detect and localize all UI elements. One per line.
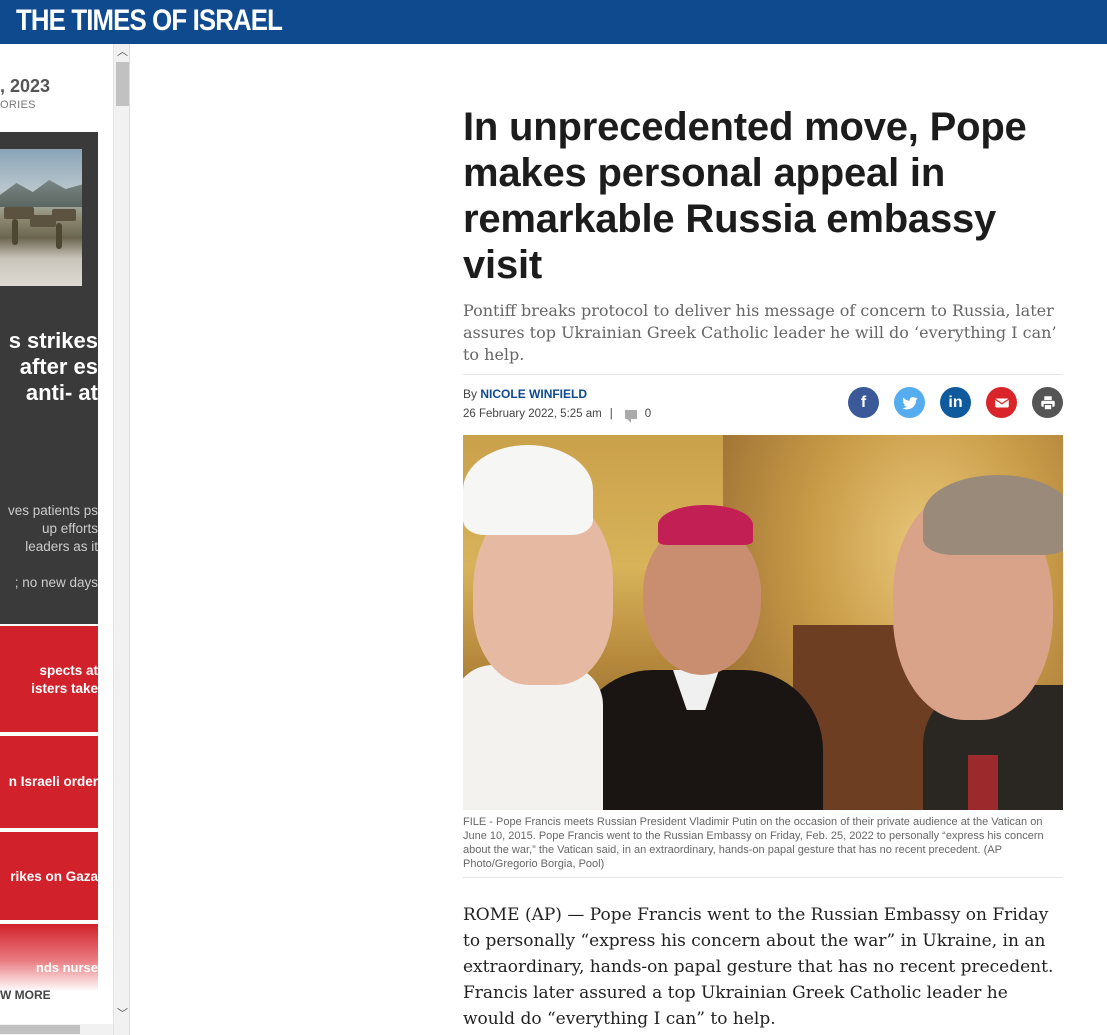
twitter-icon <box>901 396 918 409</box>
article-subhead: Pontiff breaks protocol to deliver his m… <box>463 301 1057 364</box>
sidebar-news-title: n Israeli order <box>8 774 98 789</box>
sidebar-date: , 2023 <box>0 76 51 96</box>
sidebar-story-text[interactable]: ves patients ps up efforts leaders as it <box>0 502 98 556</box>
sidebar-news-title: nds nurse <box>35 960 98 975</box>
meta-separator: | <box>609 408 613 420</box>
facebook-icon: f <box>860 393 867 411</box>
sidebar-news-title: rikes on Gaza <box>10 869 98 884</box>
email-icon <box>994 398 1009 407</box>
print-icon <box>1040 395 1055 410</box>
scrollbar-thumb[interactable] <box>116 62 129 106</box>
author-link[interactable]: NICOLE WINFIELD <box>480 387 587 401</box>
show-more-link[interactable]: W MORE <box>0 988 51 1002</box>
linkedin-icon: in <box>948 393 963 411</box>
article-photo[interactable] <box>463 435 1063 810</box>
article: In unprecedented move, Pope makes person… <box>463 104 1063 1032</box>
publish-date: 26 February 2022, 5:25 am <box>463 408 602 420</box>
article-headline: In unprecedented move, Pope makes person… <box>463 105 1027 287</box>
twitter-share-button[interactable] <box>894 387 925 418</box>
sidebar-news-item[interactable]: rikes on Gaza <box>0 832 98 920</box>
sidebar-news-title: spects at isters take <box>31 663 98 696</box>
site-header: THE TIMES OF ISRAEL <box>0 0 1107 44</box>
sidebar-news-item[interactable]: spects at isters take <box>0 626 98 732</box>
sidebar-story-image[interactable] <box>0 149 82 286</box>
sidebar-subtitle: ORIES <box>0 99 36 111</box>
sidebar-featured-story[interactable]: s strikes after es anti- at ves patients… <box>0 132 98 624</box>
horizontal-scrollbar[interactable] <box>0 1024 113 1035</box>
sidebar-scrollbar[interactable]: ︿ ﹀ <box>113 44 129 1035</box>
scroll-up-icon[interactable]: ︿ <box>114 44 129 60</box>
scroll-down-icon[interactable]: ﹀ <box>114 1006 129 1022</box>
comment-count[interactable]: 0 <box>645 408 651 420</box>
site-logo[interactable]: THE TIMES OF ISRAEL <box>16 2 283 40</box>
dateline: 26 February 2022, 5:25 am | 0 <box>463 408 651 423</box>
photo-caption: FILE - Pope Francis meets Russian Presid… <box>463 815 1063 878</box>
byline: By NICOLE WINFIELD <box>463 387 587 401</box>
comment-icon[interactable] <box>624 409 637 423</box>
facebook-share-button[interactable]: f <box>848 387 879 418</box>
article-meta: By NICOLE WINFIELD 26 February 2022, 5:2… <box>463 375 1063 431</box>
linkedin-share-button[interactable]: in <box>940 387 971 418</box>
sidebar-panel: , 2023 ORIES s strikes after es anti- at… <box>0 44 130 1035</box>
sidebar-story-text[interactable]: ; no new days <box>0 574 98 592</box>
print-button[interactable] <box>1032 387 1063 418</box>
sidebar-news-item[interactable]: n Israeli order <box>0 736 98 828</box>
sidebar-featured-headline[interactable]: s strikes after es anti- at <box>0 328 98 406</box>
byline-prefix: By <box>463 387 478 401</box>
horizontal-scrollbar-thumb[interactable] <box>0 1025 80 1034</box>
share-buttons: f in <box>848 387 1063 418</box>
article-body: ROME (AP) — Pope Francis went to the Rus… <box>463 905 1054 1029</box>
email-share-button[interactable] <box>986 387 1017 418</box>
